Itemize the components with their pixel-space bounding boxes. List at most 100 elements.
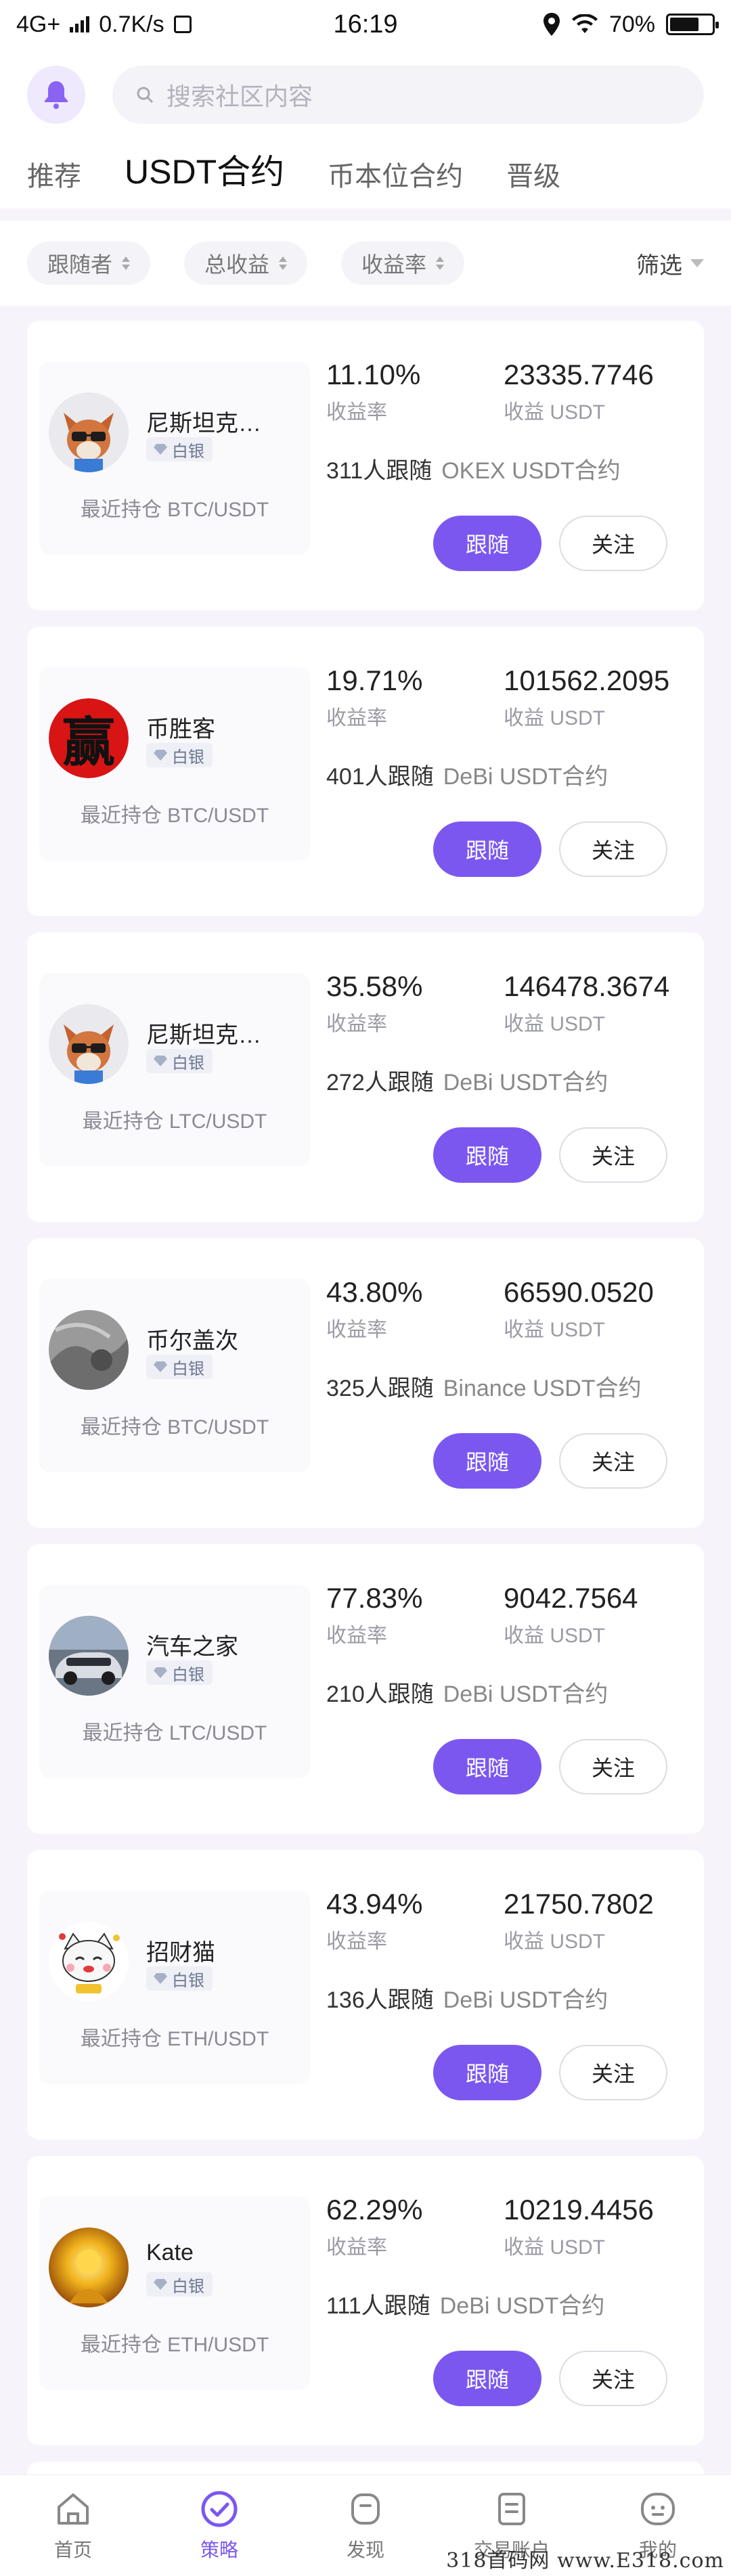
profit-value: 146478.3674 bbox=[504, 970, 670, 1002]
profit-stat: 146478.3674 收益 USDT bbox=[504, 970, 669, 1037]
level-badge: 白银 bbox=[146, 2272, 213, 2297]
recent-holding: 最近持仓 ETH/USDT bbox=[80, 2028, 269, 2050]
follower-count: 311人跟随 bbox=[326, 458, 433, 484]
diamond-icon bbox=[154, 1667, 167, 1678]
tab-usdt-contract[interactable]: USDT合约 bbox=[125, 145, 284, 194]
exchange-name: DeBi USDT合约 bbox=[439, 2293, 605, 2319]
exchange-name: DeBi USDT合约 bbox=[443, 1987, 608, 2013]
notification-button[interactable] bbox=[27, 66, 85, 124]
search-input[interactable]: 搜索社区内容 bbox=[112, 66, 704, 124]
trader-card[interactable]: Kate 白银 最近持仓 ETH/USDT 62.29% 收益率 10219.4… bbox=[27, 2156, 704, 2445]
watch-button[interactable]: 关注 bbox=[559, 1739, 667, 1794]
trader-name: 币胜客 bbox=[146, 717, 215, 742]
rate-label: 收益率 bbox=[326, 1319, 387, 1341]
tab-recommended[interactable]: 推荐 bbox=[27, 154, 81, 194]
level-badge-label: 白银 bbox=[172, 1971, 204, 1990]
trader-card[interactable]: 尼斯坦克… 白银 最近持仓 LTC/USDT 35.58% 收益率 146478… bbox=[27, 932, 704, 1222]
follower-line: 401人跟随 DeBi USDT合约 bbox=[326, 758, 608, 791]
rate-label: 收益率 bbox=[326, 1930, 387, 1953]
level-badge: 白银 bbox=[146, 743, 213, 767]
follow-button[interactable]: 跟随 bbox=[433, 1433, 541, 1489]
watch-button[interactable]: 关注 bbox=[559, 1127, 667, 1183]
car-avatar[interactable] bbox=[49, 1616, 129, 1696]
wifi-icon bbox=[571, 14, 598, 33]
level-badge-label: 白银 bbox=[172, 1054, 204, 1072]
follower-line: 311人跟随 OKEX USDT合约 bbox=[326, 452, 621, 485]
follow-button[interactable]: 跟随 bbox=[433, 1127, 541, 1183]
network-type: 4G+ bbox=[16, 11, 61, 37]
trader-card[interactable]: 招财猫 白银 最近持仓 ETH/USDT 43.94% 收益率 21750.78… bbox=[27, 1850, 704, 2140]
nav-home-label: 首页 bbox=[53, 2539, 92, 2560]
follow-button[interactable]: 跟随 bbox=[433, 821, 541, 877]
profit-label: 收益 USDT bbox=[504, 1930, 605, 1953]
profit-value: 101562.2095 bbox=[504, 664, 670, 696]
trader-card[interactable]: 尼斯坦克… 白银 最近持仓 BTC/USDT 11.10% 收益率 23335.… bbox=[27, 321, 704, 610]
watch-button[interactable]: 关注 bbox=[559, 2045, 667, 2100]
nav-discover[interactable]: 发现 bbox=[292, 2489, 439, 2562]
watch-button[interactable]: 关注 bbox=[559, 1433, 667, 1489]
trader-profile[interactable]: 汽车之家 白银 最近持仓 LTC/USDT bbox=[39, 1585, 310, 1778]
trader-profile[interactable]: Kate 白银 最近持仓 ETH/USDT bbox=[39, 2196, 310, 2390]
diamond-icon bbox=[154, 750, 167, 761]
filter-bar: 跟随者 总收益 收益率 筛选 bbox=[0, 221, 731, 306]
trader-profile[interactable]: 尼斯坦克… 白银 最近持仓 BTC/USDT bbox=[39, 361, 310, 555]
sort-followers-button[interactable]: 跟随者 bbox=[27, 242, 151, 285]
level-badge-label: 白银 bbox=[172, 1665, 204, 1684]
nav-home[interactable]: 首页 bbox=[0, 2489, 146, 2562]
trader-name: Kate bbox=[146, 2240, 194, 2265]
trader-list: 尼斯坦克… 白银 最近持仓 BTC/USDT 11.10% 收益率 23335.… bbox=[0, 306, 731, 2543]
profit-value: 21750.7802 bbox=[504, 1888, 654, 1920]
follow-button[interactable]: 跟随 bbox=[433, 516, 541, 571]
nav-strategy[interactable]: 策略 bbox=[146, 2489, 292, 2562]
status-bar: 4G+ 0.7K/s 16:19 70% bbox=[0, 0, 731, 49]
gray-photo-avatar[interactable] bbox=[49, 1310, 129, 1390]
recent-holding: 最近持仓 ETH/USDT bbox=[80, 2334, 269, 2356]
profit-stat: 23335.7746 收益 USDT bbox=[504, 359, 654, 425]
profit-label: 收益 USDT bbox=[504, 1625, 605, 1647]
trader-card[interactable]: 赢 币胜客 白银 最近持仓 BTC/USDT 19.71% 收益率 101562… bbox=[27, 627, 704, 916]
location-icon bbox=[543, 13, 560, 36]
trader-card[interactable]: 币尔盖次 白银 最近持仓 BTC/USDT 43.80% 收益率 66590.0… bbox=[27, 1238, 704, 1528]
bottom-nav: 首页 策略 发现 交易账户 我的 318首码网 www.E318.com bbox=[0, 2475, 731, 2576]
fox-avatar[interactable] bbox=[49, 1004, 129, 1084]
win-character-avatar[interactable]: 赢 bbox=[49, 698, 129, 778]
follow-button[interactable]: 跟随 bbox=[433, 2045, 541, 2100]
watch-button[interactable]: 关注 bbox=[559, 516, 667, 571]
fox-avatar[interactable] bbox=[49, 392, 129, 472]
trader-profile[interactable]: 尼斯坦克… 白银 最近持仓 LTC/USDT bbox=[39, 973, 310, 1167]
sort-rate-button[interactable]: 收益率 bbox=[341, 242, 465, 285]
trader-card[interactable]: 汽车之家 白银 最近持仓 LTC/USDT 77.83% 收益率 9042.75… bbox=[27, 1544, 704, 1834]
trader-profile[interactable]: 币尔盖次 白银 最近持仓 BTC/USDT bbox=[39, 1279, 310, 1472]
rate-label: 收益率 bbox=[326, 1013, 387, 1035]
watermark: 318首码网 www.E318.com bbox=[446, 2549, 724, 2573]
rate-label: 收益率 bbox=[326, 707, 387, 729]
rate-value: 19.71% bbox=[326, 664, 423, 696]
sort-arrows-icon bbox=[279, 256, 288, 270]
trader-name: 尼斯坦克… bbox=[146, 1022, 261, 1048]
trader-profile[interactable]: 招财猫 白银 最近持仓 ETH/USDT bbox=[39, 1891, 310, 2084]
watch-button[interactable]: 关注 bbox=[559, 821, 667, 877]
follow-button[interactable]: 跟随 bbox=[433, 1739, 541, 1794]
tab-promotion[interactable]: 晋级 bbox=[506, 154, 560, 194]
strategy-icon bbox=[200, 2489, 239, 2529]
bell-icon bbox=[45, 81, 68, 109]
tab-coin-margined[interactable]: 币本位合约 bbox=[328, 154, 463, 194]
lucky-cat-avatar[interactable] bbox=[49, 1922, 129, 2002]
golden-avatar[interactable] bbox=[49, 2228, 129, 2307]
sort-total-profit-button[interactable]: 总收益 bbox=[184, 242, 308, 285]
diamond-icon bbox=[154, 1973, 167, 1984]
rate-label: 收益率 bbox=[326, 1625, 387, 1647]
follow-button[interactable]: 跟随 bbox=[433, 2351, 541, 2406]
watch-button[interactable]: 关注 bbox=[559, 2351, 667, 2406]
trader-profile[interactable]: 赢 币胜客 白银 最近持仓 BTC/USDT bbox=[39, 667, 310, 861]
level-badge: 白银 bbox=[146, 437, 213, 461]
follower-count: 325人跟随 bbox=[326, 1376, 434, 1401]
rate-value: 62.29% bbox=[326, 2194, 423, 2225]
signal-icon bbox=[70, 16, 90, 32]
level-badge-label: 白银 bbox=[172, 1359, 204, 1378]
diamond-icon bbox=[154, 1361, 167, 1372]
filter-button[interactable]: 筛选 bbox=[636, 247, 704, 280]
rate-stat: 62.29% 收益率 bbox=[326, 2194, 422, 2260]
clock: 16:19 bbox=[333, 9, 398, 39]
battery-icon bbox=[666, 14, 719, 35]
